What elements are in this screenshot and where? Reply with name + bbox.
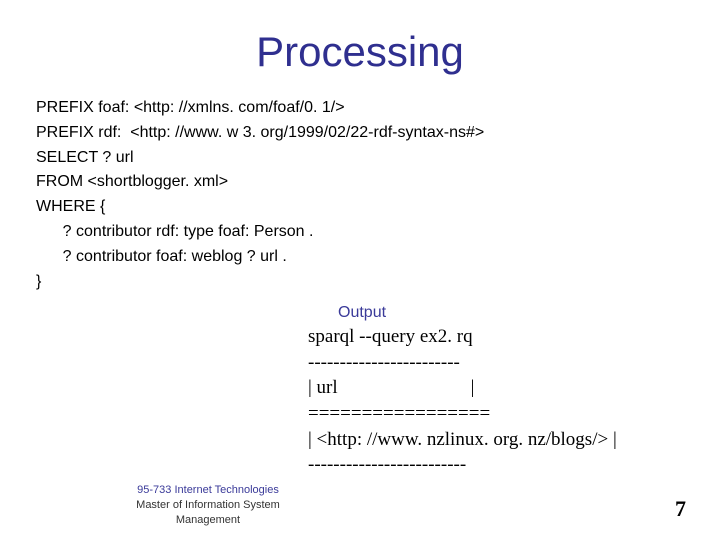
query-line: PREFIX foaf: <http: //xmlns. com/foaf/0.…	[36, 99, 345, 116]
output-line: -------------------------	[308, 454, 466, 475]
footer-course: 95-733 Internet Technologies	[98, 483, 318, 498]
query-line: WHERE {	[36, 198, 105, 215]
footer-dept-line1: Master of Information System	[98, 498, 318, 513]
output-label: Output	[338, 304, 386, 322]
query-line: }	[36, 273, 41, 290]
slide: Processing PREFIX foaf: <http: //xmlns. …	[0, 0, 720, 540]
query-line: SELECT ? url	[36, 149, 134, 166]
query-line: PREFIX rdf: <http: //www. w 3. org/1999/…	[36, 124, 484, 141]
page-number: 7	[675, 496, 686, 522]
query-line: ? contributor foaf: weblog ? url .	[36, 248, 287, 265]
output-line: sparql --query ex2. rq	[308, 326, 473, 347]
footer-dept-line2: Management	[98, 513, 318, 528]
footer: 95-733 Internet Technologies Master of I…	[98, 483, 318, 528]
output-line: ------------------------	[308, 352, 460, 373]
query-line: ? contributor rdf: type foaf: Person .	[36, 223, 313, 240]
output-line: =================	[308, 403, 490, 424]
query-line: FROM <shortblogger. xml>	[36, 173, 228, 190]
output-line: | <http: //www. nzlinux. org. nz/blogs/>…	[308, 429, 617, 450]
slide-title: Processing	[0, 0, 720, 96]
output-line: | url |	[308, 377, 474, 398]
output-block: sparql --query ex2. rq -----------------…	[308, 324, 617, 478]
sparql-query-block: PREFIX foaf: <http: //xmlns. com/foaf/0.…	[0, 96, 720, 294]
